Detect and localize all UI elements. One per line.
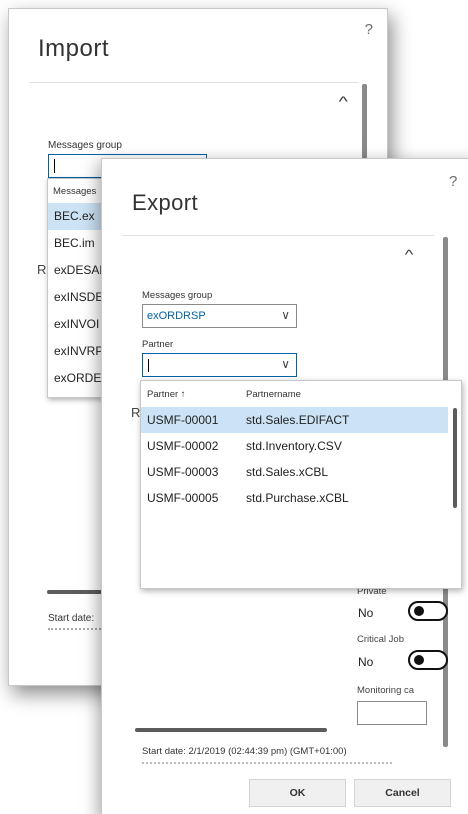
partnername-cell: std.Purchase.xCBL [246,491,349,505]
messages-group-label: Messages group [142,290,213,301]
divider [29,82,359,83]
partner-cell: USMF-00003 [147,465,219,479]
ok-button[interactable]: OK [249,779,346,807]
critical-job-value: No [358,655,374,669]
section-label: R [131,405,141,420]
table-row[interactable]: USMF-00001 std.Sales.EDIFACT [141,407,448,433]
partner-cell: USMF-00005 [147,491,219,505]
horizontal-scrollbar[interactable] [135,728,327,732]
truncated-text [48,628,108,632]
chevron-down-icon[interactable]: ∨ [281,308,290,322]
partnername-cell: std.Inventory.CSV [246,439,342,453]
private-toggle[interactable] [408,601,448,621]
text-caret [148,359,149,372]
section-label: R [37,262,47,277]
start-date-label: Start date: [48,613,95,624]
text-caret [54,159,55,173]
messages-group-value: exORDRSP [147,310,206,322]
partnername-cell: std.Sales.xCBL [246,465,329,479]
monitoring-input[interactable] [357,701,427,725]
chevron-down-icon[interactable]: ∨ [281,357,290,371]
help-button[interactable]: ? [449,173,457,190]
partner-cell: USMF-00002 [147,439,219,453]
toggle-knob [414,655,424,665]
divider [122,235,434,236]
column-header-partnername[interactable]: Partnername [246,389,301,400]
help-button[interactable]: ? [365,21,373,38]
partner-input[interactable]: ∨ [142,353,297,377]
stage: ? Import ^ Messages group R Start date: … [0,0,468,814]
column-header-partner[interactable]: Partner ↑ [147,389,186,400]
dialog-title: Import [38,35,110,62]
messages-group-label: Messages group [48,140,122,151]
dropdown-header: Partner ↑ Partnername [141,381,461,407]
partner-dropdown: Partner ↑ Partnername USMF-00001 std.Sal… [140,380,462,589]
partnername-cell: std.Sales.EDIFACT [246,413,350,427]
partner-cell: USMF-00001 [147,413,219,427]
critical-job-toggle[interactable] [408,650,448,670]
table-row[interactable]: USMF-00002 std.Inventory.CSV [141,433,461,459]
toggle-knob [414,606,424,616]
start-date-text: Start date: 2/1/2019 (02:44:39 pm) (GMT+… [142,746,347,757]
private-value: No [358,606,374,620]
dialog-title: Export [132,190,198,215]
messages-group-select[interactable]: exORDRSP ∨ [142,304,297,328]
table-row[interactable]: USMF-00003 std.Sales.xCBL [141,459,461,485]
vertical-scrollbar[interactable] [453,408,457,508]
partner-label: Partner [142,339,174,350]
cancel-button[interactable]: Cancel [354,779,451,807]
critical-job-label: Critical Job [357,634,404,645]
truncated-text [142,762,392,765]
monitoring-label: Monitoring ca [357,685,415,696]
chevron-up-icon[interactable]: ^ [339,93,348,109]
chevron-up-icon[interactable]: ^ [405,247,414,262]
table-row[interactable]: USMF-00005 std.Purchase.xCBL [141,485,461,511]
